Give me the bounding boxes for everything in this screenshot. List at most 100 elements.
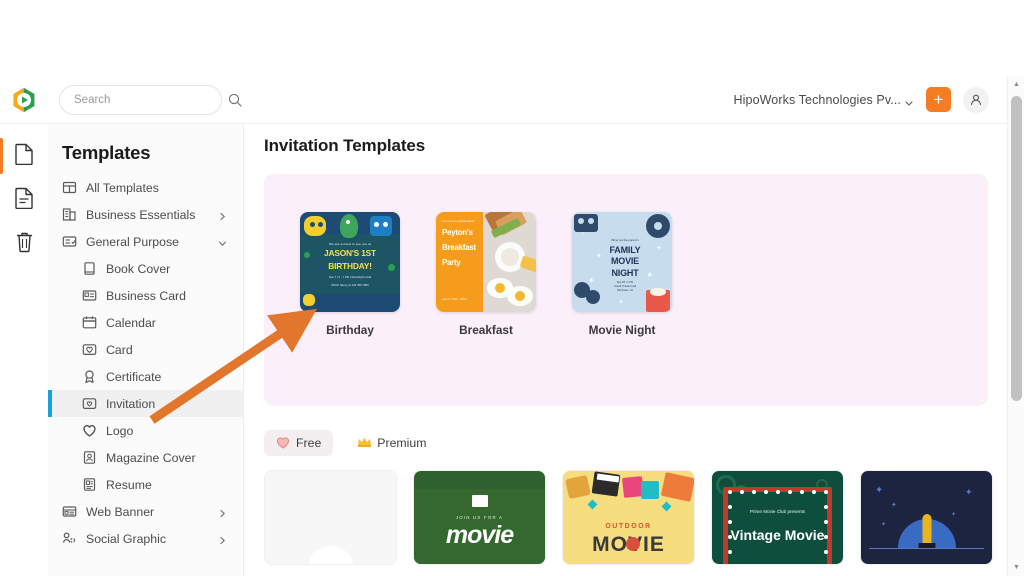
plus-icon: +: [933, 90, 944, 109]
movie-lines: FAMILY MOVIE NIGHT: [586, 245, 664, 279]
resume-icon: [82, 477, 97, 492]
sidebar-item-logo[interactable]: Logo: [48, 417, 243, 444]
sidebar-item-magazine-cover[interactable]: Magazine Cover: [48, 444, 243, 471]
rail-item-templates[interactable]: [0, 178, 48, 222]
sidebar-item-business-card[interactable]: Business Card: [48, 282, 243, 309]
template-thumbnail[interactable]: ✦ ✦ ✦ ✦ ✦ ✦: [572, 212, 672, 312]
sidebar-item-invitation[interactable]: Invitation: [48, 390, 243, 417]
grid-card-marquee[interactable]: Prime Movie Club presents Vintage Movie: [711, 470, 844, 565]
grid-card-blank[interactable]: [264, 470, 397, 565]
sidebar-item-general-purpose[interactable]: General Purpose: [48, 228, 243, 255]
filter-chip-free[interactable]: Free: [264, 430, 334, 456]
sidebar-item-resume[interactable]: Resume: [48, 471, 243, 498]
search-input[interactable]: [74, 93, 228, 106]
org-switcher[interactable]: HipoWorks Technologies Pv...: [734, 93, 914, 107]
sidebar-item-label: Calendar: [106, 315, 156, 330]
movie-details: Sep 25 | 7 PM Grand Theatre Hall Hill St…: [586, 281, 664, 293]
crown-icon: [357, 436, 372, 450]
sidebar-item-certificate[interactable]: Certificate: [48, 363, 243, 390]
chevron-right-icon[interactable]: [218, 507, 227, 518]
heart-icon: [82, 423, 97, 438]
movie-night-artwork: ✦ ✦ ✦ ✦ ✦ ✦: [572, 212, 672, 312]
book-icon: [82, 261, 97, 276]
card-heart-icon: [82, 342, 97, 357]
birthday-line2: JASON'S 1ST: [324, 248, 376, 258]
sidebar-item-label: Resume: [106, 477, 152, 492]
sidebar-item-label: Business Card: [106, 288, 186, 303]
chevron-right-icon[interactable]: [218, 534, 227, 545]
sidebar-item-label: All Templates: [86, 180, 159, 195]
page-scrollbar[interactable]: ▲ ▼: [1007, 76, 1024, 576]
grid-card-movie[interactable]: JOIN US FOR A movie: [413, 470, 546, 565]
birthday-line1: We are excited to see you at: [329, 242, 371, 246]
chevron-down-icon[interactable]: [218, 237, 227, 247]
marquee-artwork: Prime Movie Club presents Vintage Movie: [712, 471, 843, 564]
template-card-breakfast[interactable]: Join us for a special kind of Peyton's B…: [436, 212, 536, 406]
featured-templates-panel: We are excited to see you at JASON'S 1ST…: [264, 174, 988, 406]
sidebar-item-book-cover[interactable]: Book Cover: [48, 255, 243, 282]
sidebar-item-label: Magazine Cover: [106, 450, 196, 465]
breakfast-artwork: Join us for a special kind of Peyton's B…: [436, 212, 536, 312]
heart-icon: [276, 436, 290, 450]
grid-card-outdoor[interactable]: OUTDOOR MOVIE: [562, 470, 695, 565]
template-caption: Movie Night: [588, 323, 656, 337]
blank-artwork: [265, 471, 396, 564]
sidebar-item-label: Business Essentials: [86, 207, 196, 222]
template-card-movie-night[interactable]: ✦ ✦ ✦ ✦ ✦ ✦: [572, 212, 672, 406]
invitation-icon: [82, 396, 97, 411]
scroll-up-arrow[interactable]: ▲: [1008, 76, 1024, 93]
breakfast-line1: Join us for a special kind of: [442, 220, 475, 223]
grid-small-text: Prime Movie Club presents: [749, 509, 806, 514]
rail-item-trash[interactable]: [0, 222, 48, 266]
add-button[interactable]: +: [926, 87, 951, 112]
scrollbar-thumb[interactable]: [1011, 96, 1022, 401]
breakfast-line3: Breakfast: [442, 243, 476, 252]
grid-card-oscar[interactable]: ✦ ✦ ✦ ✦ ✦: [860, 470, 993, 565]
oscar-artwork: ✦ ✦ ✦ ✦ ✦: [861, 471, 992, 564]
rail-item-designs[interactable]: [0, 134, 48, 178]
banner-icon: [62, 504, 77, 519]
sidebar-item-calendar[interactable]: Calendar: [48, 309, 243, 336]
avatar[interactable]: [963, 86, 989, 113]
grid-big-text: movie: [445, 521, 514, 549]
trash-icon: [15, 231, 34, 258]
magazine-icon: [82, 450, 97, 465]
logo-container[interactable]: [0, 87, 48, 113]
template-thumbnail[interactable]: We are excited to see you at JASON'S 1ST…: [300, 212, 400, 312]
breakfast-line2: Peyton's: [442, 228, 473, 237]
birthday-line5: RSVP Nancy at 123 456 7890: [331, 283, 369, 288]
building-icon: [62, 207, 77, 222]
clapperboard-icon: [471, 495, 488, 507]
sidebar-item-card[interactable]: Card: [48, 336, 243, 363]
org-name: HipoWorks Technologies Pv...: [733, 92, 901, 107]
movie-line4: NIGHT: [611, 267, 639, 278]
breakfast-line4: Party: [442, 258, 461, 267]
app-window: HipoWorks Technologies Pv... +: [0, 0, 1024, 576]
id-card-icon: [82, 288, 97, 303]
sidebar-item-business-essentials[interactable]: Business Essentials: [48, 201, 243, 228]
green-movie-artwork: JOIN US FOR A movie: [414, 471, 545, 564]
sidebar-item-label: Web Banner: [86, 504, 155, 519]
sidebar-item-label: Card: [106, 342, 133, 357]
sidebar-item-social-graphic[interactable]: Social Graphic: [48, 525, 243, 552]
calendar-icon: [82, 315, 97, 330]
sidebar-item-web-banner[interactable]: Web Banner: [48, 498, 243, 525]
main-content: Invitation Templates We are excited to s…: [244, 124, 1007, 576]
template-thumbnail[interactable]: Join us for a special kind of Peyton's B…: [436, 212, 536, 312]
filter-label: Premium: [377, 436, 427, 450]
birthday-line4: Dec 7 | 5 - 7 PM | Woodsprint Hall: [328, 275, 372, 280]
movie-line2: FAMILY: [609, 245, 641, 255]
sidebar-item-all-templates[interactable]: All Templates: [48, 174, 243, 201]
search-box[interactable]: [59, 84, 242, 115]
grid-small-text: JOIN US FOR A: [455, 515, 504, 520]
template-caption: Breakfast: [459, 323, 513, 337]
header-right: HipoWorks Technologies Pv... +: [734, 86, 1007, 113]
sidebar-title: Templates: [62, 142, 151, 163]
filter-chips: Free Premium: [244, 406, 1007, 456]
grid-big-text: Vintage Movie: [730, 527, 825, 543]
chevron-right-icon[interactable]: [218, 210, 227, 221]
filter-chip-premium[interactable]: Premium: [345, 430, 438, 456]
scroll-down-arrow[interactable]: ▼: [1008, 559, 1024, 576]
template-card-birthday[interactable]: We are excited to see you at JASON'S 1ST…: [300, 212, 400, 406]
left-icon-rail: [0, 124, 48, 576]
